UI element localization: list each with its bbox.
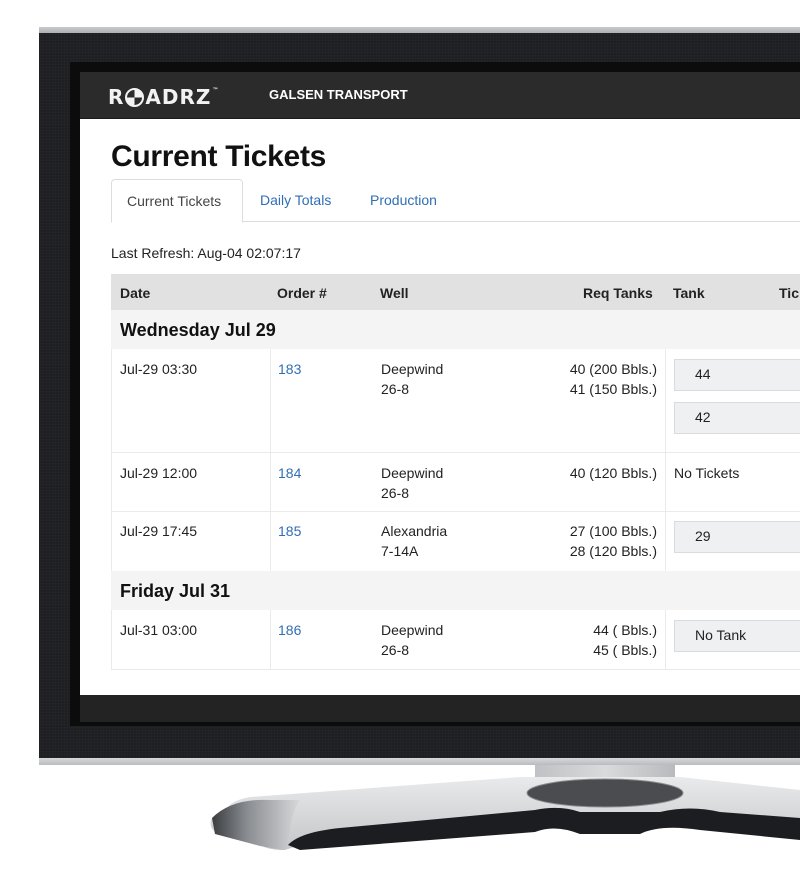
row-date: Jul-29 12:00 [120, 465, 198, 481]
well-number: 26-8 [381, 485, 410, 501]
column-divider [270, 610, 271, 669]
req-tank-line: 41 (150 Bbls.) [569, 381, 657, 397]
well-name: Deepwind [381, 622, 444, 638]
tab-current-tickets[interactable]: Current Tickets [111, 179, 243, 223]
header-well: Well [380, 285, 409, 301]
well-name: Deepwind [381, 465, 444, 481]
req-tank-line: 27 (100 Bbls.) [569, 523, 657, 539]
last-refresh: Last Refresh: Aug-04 02:07:17 [111, 245, 301, 261]
table-row: Jul-31 03:00 186 Deepwind 26-8 44 ( Bbls… [111, 610, 800, 670]
req-tank-line: 44 ( Bbls.) [593, 622, 657, 638]
column-divider [270, 512, 271, 571]
row-date: Jul-31 03:00 [120, 622, 198, 638]
logo-text-right: ADRZ [145, 85, 212, 109]
row-date: Jul-29 03:30 [120, 361, 198, 377]
well-name: Deepwind [381, 361, 444, 377]
header-date: Date [120, 285, 151, 301]
table-header: Date Order # Well Req Tanks Tank Tic [111, 274, 800, 310]
page-title: Current Tickets [111, 140, 327, 173]
tab-daily-totals[interactable]: Daily Totals [245, 179, 346, 220]
req-tank-line: 45 ( Bbls.) [593, 642, 657, 658]
app-header: R ADRZ ™ GALSEN TRANSPORT [80, 72, 800, 119]
no-tickets-label: No Tickets [674, 465, 740, 481]
column-divider [665, 349, 666, 452]
req-tank-line: 40 (200 Bbls.) [569, 361, 657, 377]
tank-ticket-box: No Tank 4 [674, 620, 800, 652]
tab-bar: Current Tickets Daily Totals Production [111, 179, 800, 223]
logo-trademark: ™ [212, 86, 220, 94]
header-ticket: Tic [779, 285, 799, 301]
tab-production[interactable]: Production [355, 179, 452, 220]
well-number: 26-8 [381, 642, 410, 658]
well-number: 26-8 [381, 381, 410, 397]
header-order: Order # [277, 285, 327, 301]
app-footer [80, 695, 800, 722]
table-row: Jul-29 03:30 183 Deepwind 26-8 40 (200 B… [111, 349, 800, 453]
stand-base-bottom-edge [288, 807, 800, 850]
header-tank: Tank [673, 285, 705, 301]
order-link[interactable]: 183 [278, 359, 301, 379]
column-divider [665, 453, 666, 511]
column-divider [270, 453, 271, 511]
tank-number: 44 [695, 366, 711, 382]
column-divider [270, 349, 271, 452]
monitor-stand-neck [535, 765, 675, 797]
stand-base-side [212, 799, 300, 850]
well-name: Alexandria [381, 523, 448, 539]
date-group-label: Wednesday Jul 29 [120, 320, 276, 340]
tank-ticket-box: 44 4 [674, 359, 800, 391]
order-link[interactable]: 186 [278, 620, 301, 640]
date-group-label: Friday Jul 31 [120, 581, 231, 601]
well-number: 7-14A [381, 543, 419, 559]
tank-number: No Tank [695, 627, 747, 643]
column-divider [665, 512, 666, 571]
req-tank-line: 40 (120 Bbls.) [569, 465, 657, 481]
logo-target-icon [125, 87, 145, 107]
date-group-row: Friday Jul 31 [111, 571, 800, 610]
tank-ticket-box: 29 4 [674, 521, 800, 553]
company-name: GALSEN TRANSPORT [269, 87, 408, 102]
table-row: Jul-29 17:45 185 Alexandria 7-14A 27 (10… [111, 512, 800, 572]
roadrz-logo[interactable]: R ADRZ ™ [108, 85, 219, 109]
logo-text-left: R [108, 85, 125, 109]
table-row: Jul-29 12:00 184 Deepwind 26-8 40 (120 B… [111, 453, 800, 512]
tank-number: 42 [695, 409, 711, 425]
header-req-tanks: Req Tanks [583, 285, 653, 301]
order-link[interactable]: 184 [278, 463, 301, 483]
stand-base-top [210, 777, 800, 850]
row-date: Jul-29 17:45 [120, 523, 198, 539]
monitor-bottom-edge [39, 758, 800, 765]
tank-ticket-box: 42 4 [674, 402, 800, 434]
tank-number: 29 [695, 528, 711, 544]
date-group-row: Wednesday Jul 29 [111, 310, 800, 349]
order-link[interactable]: 185 [278, 521, 301, 541]
screen: R ADRZ ™ GALSEN TRANSPORT Current Ticket… [80, 72, 800, 722]
column-divider [665, 610, 666, 669]
req-tank-line: 28 (120 Bbls.) [569, 543, 657, 559]
